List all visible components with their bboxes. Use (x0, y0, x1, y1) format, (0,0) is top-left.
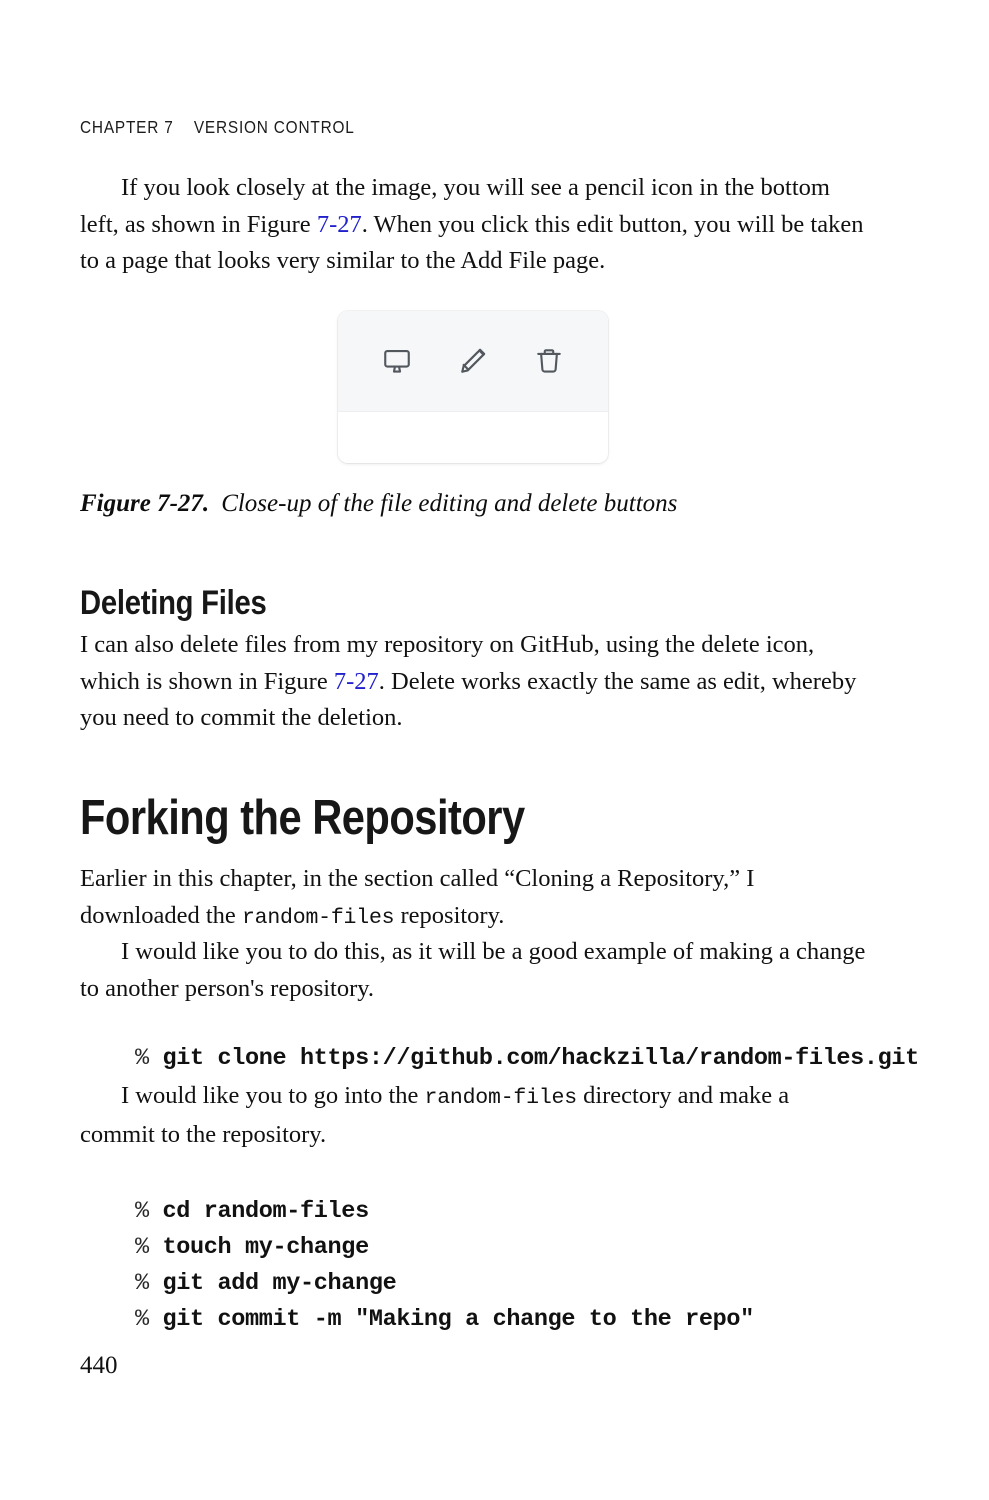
trash-icon[interactable] (532, 344, 566, 378)
monitor-icon[interactable] (380, 344, 414, 378)
inline-code-random-files: random-files (241, 905, 395, 930)
figure-cross-reference-7-27-second[interactable]: 7-27 (334, 668, 379, 695)
figure-7-27-image (338, 311, 608, 463)
paragraph-earlier-part2: repository. (394, 901, 505, 929)
paragraph-i-would-like-you: I would like you to do this, as it will … (80, 938, 866, 1002)
shell-command: git commit -m "Making a change to the re… (162, 1306, 755, 1333)
figure-caption: Figure 7-27. Close-up of the file editing… (80, 490, 677, 518)
shell-prompt: % (135, 1306, 163, 1333)
heading-forking-the-repository: Forking the Repository (80, 791, 525, 845)
inline-code-random-files-second: random-files (424, 1086, 578, 1110)
paragraph-deleting-files: I can also delete files from my reposito… (80, 627, 870, 737)
figure-cross-reference-7-27[interactable]: 7-27 (317, 211, 362, 238)
pencil-icon[interactable] (456, 344, 490, 378)
paragraph-earlier-in-chapter: Earlier in this chapter, in the section … (80, 861, 870, 936)
heading-deleting-files: Deleting Files (80, 584, 267, 622)
paragraph-go-into-part1: I would like you to go into the (121, 1082, 425, 1109)
toolbar-icon-row (338, 311, 608, 412)
paragraph-intro: If you look closely at the image, you wi… (80, 170, 870, 280)
shell-command: git clone https://github.com/hackzilla/r… (162, 1045, 920, 1072)
github-file-toolbar-panel (338, 311, 608, 463)
page-number: 440 (80, 1352, 118, 1379)
figure-caption-label: Figure 7-27. (80, 490, 210, 517)
book-page: CHAPTER 7 VERSION CONTROL If you look cl… (0, 0, 989, 1500)
toolbar-panel-body (338, 412, 608, 463)
code-line-git-commit: % git commit -m "Making a change to the … (80, 1279, 754, 1360)
figure-caption-text: Close-up of the file editing and delete … (221, 490, 678, 517)
running-head: CHAPTER 7 VERSION CONTROL (80, 117, 355, 137)
shell-prompt: % (135, 1045, 163, 1072)
paragraph-go-into-directory: I would like you to go into the random-f… (80, 1078, 870, 1153)
